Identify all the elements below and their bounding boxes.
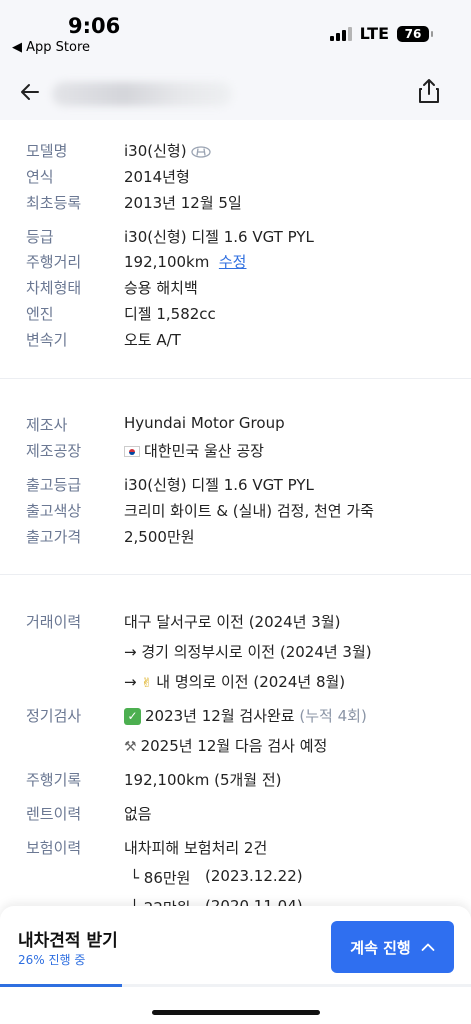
- info-label: 렌트이력: [26, 805, 82, 823]
- back-to-app-store[interactable]: ◀ App Store: [12, 40, 90, 55]
- hyundai-logo-icon: [190, 145, 211, 158]
- blurred-page-title: [52, 82, 232, 106]
- estimate-progress-fill: [0, 984, 123, 987]
- history-row-insurance: 보험이력 내차피해 보험처리 2건: [0, 837, 471, 863]
- info-row-factory: 제조공장 대한민국 울산 공장: [0, 440, 471, 466]
- info-row-trim: 등급 i30(신형) 디젤 1.6 VGT PYL: [0, 226, 471, 252]
- info-value: 192,100km 수정: [124, 253, 247, 271]
- history-row-rental: 렌트이력 없음: [0, 803, 471, 829]
- info-value: 승용 해치백: [124, 279, 198, 297]
- info-label: 제조사: [26, 416, 68, 434]
- info-label: 주행거리: [26, 253, 82, 271]
- battery-icon: 76: [397, 25, 433, 42]
- check-icon: ✓: [124, 708, 141, 725]
- section-divider: [0, 378, 471, 379]
- info-row-year: 연식 2014년형: [0, 166, 471, 192]
- info-value: Hyundai Motor Group: [124, 414, 285, 432]
- insurance-claim-item: └ 86만원 (2023.12.22): [0, 867, 471, 893]
- trade-line: 대구 달서구로 이전 (2024년 3월): [124, 613, 341, 631]
- home-indicator: [152, 1010, 320, 1015]
- section-divider: [0, 574, 471, 575]
- info-row-body-type: 차체형태 승용 해치백: [0, 277, 471, 303]
- info-row-transmission: 변속기 오토 A/T: [0, 329, 471, 355]
- history-row-trade-3: → ✌ 내 명의로 이전 (2024년 8월): [0, 671, 471, 697]
- arrow-left-icon[interactable]: [18, 80, 42, 104]
- info-value: 2014년형: [124, 168, 190, 186]
- tools-icon: ⚒: [124, 738, 137, 755]
- inspection-line: ✓ 2023년 12월 검사완료 (누적 4회): [124, 705, 367, 726]
- insurance-date: (2023.12.22): [205, 867, 303, 885]
- info-value: 없음: [124, 805, 152, 823]
- info-value: i30(신형): [124, 140, 211, 161]
- info-row-release-trim: 출고등급 i30(신형) 디젤 1.6 VGT PYL: [0, 474, 471, 500]
- status-bar: 9:06 ◀ App Store LTE 76: [0, 0, 471, 62]
- info-value: 디젤 1,582cc: [124, 305, 216, 323]
- share-icon[interactable]: [417, 78, 441, 104]
- history-row-mileage: 주행기록 192,100km (5개월 전): [0, 769, 471, 795]
- info-label: 거래이력: [26, 613, 82, 631]
- info-label: 주행기록: [26, 771, 82, 789]
- inspection-line: ⚒ 2025년 12월 다음 검사 예정: [124, 737, 328, 755]
- hand-icon: ✌: [141, 676, 153, 691]
- network-type: LTE: [359, 24, 389, 43]
- history-row-inspection: 정기검사 ✓ 2023년 12월 검사완료 (누적 4회): [0, 705, 471, 731]
- info-label: 최초등록: [26, 194, 82, 212]
- info-value: 내차피해 보험처리 2건: [124, 839, 268, 857]
- estimate-title: 내차견적 받기: [18, 931, 118, 951]
- info-value: i30(신형) 디젤 1.6 VGT PYL: [124, 476, 314, 494]
- info-value: 2013년 12월 5일: [124, 194, 242, 212]
- info-label: 출고색상: [26, 502, 82, 520]
- info-row-model: 모델명 i30(신형): [0, 140, 471, 166]
- info-value: 오토 A/T: [124, 331, 181, 349]
- estimate-progress-bar: [0, 984, 471, 987]
- bottom-action-bar: 내차견적 받기 26% 진행 중 계속 진행: [0, 906, 471, 1024]
- info-label: 모델명: [26, 142, 68, 160]
- info-row-release-price: 출고가격 2,500만원: [0, 526, 471, 552]
- edit-mileage-link[interactable]: 수정: [219, 253, 247, 271]
- info-value: i30(신형) 디젤 1.6 VGT PYL: [124, 228, 314, 246]
- insurance-amount: └ 86만원: [130, 869, 191, 887]
- estimate-progress-text: 26% 진행 중: [18, 953, 86, 967]
- continue-button-label: 계속 진행: [350, 938, 411, 957]
- cellular-signal-icon: [329, 26, 352, 41]
- history-row-inspection-2: ⚒ 2025년 12월 다음 검사 예정: [0, 735, 471, 761]
- chevron-up-icon: [421, 943, 435, 951]
- info-row-manufacturer: 제조사 Hyundai Motor Group: [0, 414, 471, 440]
- info-row-mileage: 주행거리 192,100km 수정: [0, 251, 471, 277]
- info-label: 출고등급: [26, 476, 82, 494]
- info-label: 출고가격: [26, 528, 82, 546]
- history-row-trade: 거래이력 대구 달서구로 이전 (2024년 3월): [0, 611, 471, 637]
- info-label: 엔진: [26, 305, 54, 323]
- trade-line: → ✌ 내 명의로 이전 (2024년 8월): [124, 673, 346, 691]
- info-row-engine: 엔진 디젤 1,582cc: [0, 303, 471, 329]
- info-value: 크리미 화이트 & (실내) 검정, 천연 가죽: [124, 502, 374, 520]
- status-indicators: LTE 76: [329, 24, 433, 43]
- info-value: 2,500만원: [124, 528, 195, 546]
- korea-flag-icon: [124, 446, 140, 457]
- info-label: 변속기: [26, 331, 68, 349]
- info-label: 등급: [26, 228, 54, 246]
- trade-line: → 경기 의정부시로 이전 (2024년 3월): [124, 643, 372, 661]
- continue-button[interactable]: 계속 진행: [331, 921, 454, 973]
- info-label: 연식: [26, 168, 54, 186]
- info-label: 정기검사: [26, 707, 82, 725]
- info-label: 제조공장: [26, 442, 82, 460]
- page-header: [0, 62, 471, 120]
- info-value: 대한민국 울산 공장: [124, 440, 264, 461]
- history-row-trade-2: → 경기 의정부시로 이전 (2024년 3월): [0, 641, 471, 667]
- info-row-first-registration: 최초등록 2013년 12월 5일: [0, 192, 471, 218]
- info-label: 보험이력: [26, 839, 82, 857]
- status-time: 9:06: [68, 14, 121, 38]
- info-label: 차체형태: [26, 279, 82, 297]
- inspection-count: (누적 4회): [299, 707, 367, 725]
- info-row-release-color: 출고색상 크리미 화이트 & (실내) 검정, 천연 가죽: [0, 500, 471, 526]
- info-value: 192,100km (5개월 전): [124, 771, 282, 789]
